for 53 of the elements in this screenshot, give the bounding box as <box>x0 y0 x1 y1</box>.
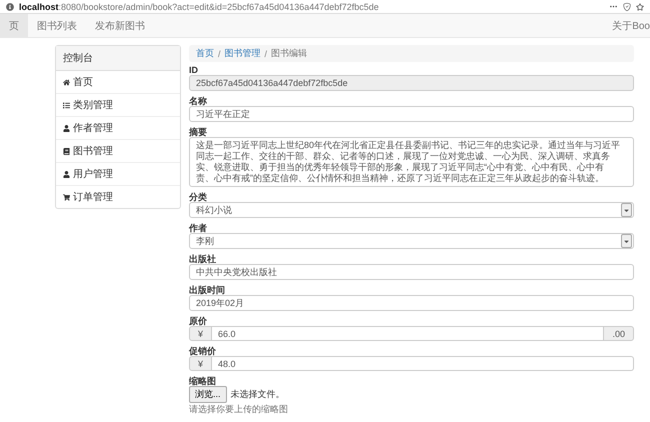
user-icon <box>63 124 70 132</box>
text-field[interactable]: 中共中央党校出版社 <box>189 264 634 280</box>
sidebar-item[interactable]: 订单管理 <box>56 186 180 208</box>
text-field[interactable]: 习近平在正定 <box>189 106 634 122</box>
field-label: 作者 <box>189 223 208 233</box>
url-text[interactable]: localhost:8080/bookstore/admin/book?act=edit&id=25bcf67a45d04136a447debf72fbc5de <box>19 2 604 12</box>
cart-icon <box>63 194 70 200</box>
id-field[interactable]: 25bcf67a45d04136a447debf72fbc5de <box>189 75 634 91</box>
sidebar-item[interactable]: 类别管理 <box>56 94 180 117</box>
field-label: 名称 <box>189 96 208 106</box>
field-label: 原价 <box>189 316 208 326</box>
nav-link[interactable]: 发布新图书 <box>86 14 154 37</box>
breadcrumb-separator: / <box>218 48 221 58</box>
field-label: 出版社 <box>189 254 217 264</box>
text-field[interactable]: 2019年02月 <box>189 295 634 311</box>
currency-addon: ¥ <box>189 326 212 341</box>
field-label: 分类 <box>189 192 208 202</box>
sidebar-item[interactable]: 作者管理 <box>56 117 180 140</box>
home-icon <box>63 78 70 86</box>
breadcrumb-current: 图书编辑 <box>271 47 308 60</box>
price-field[interactable]: 48.0 <box>212 356 634 371</box>
decimal-addon: .00 <box>603 326 634 341</box>
field-label: 摘要 <box>189 127 208 137</box>
price-field[interactable]: 66.0 <box>212 326 604 341</box>
nav-link[interactable]: 页 <box>0 14 28 37</box>
summary-textarea[interactable]: 这是一部习近平同志上世纪80年代在河北省正定县任县委副书记、书记三年的忠实记录。通过当年与习近平同志一起工作、交往的干部、群众、记者等的口述，展现了一位对党忠诚、一心为民、深入调研、求真务实、锐意进取、勇于担当的优秀年轻领导干部的形象，展现了习近平同志“心中有党、心中有民、心中有责、心中有戒”的坚定信仰、公仆情怀和担当精神，还原了习近平同志在正定三年从政起步的奋斗轨迹。 <box>189 137 634 187</box>
info-icon[interactable] <box>6 2 14 10</box>
currency-addon: ¥ <box>189 356 212 371</box>
shield-icon[interactable] <box>623 2 631 10</box>
about-link[interactable]: 关于Boo <box>603 14 650 37</box>
user-icon <box>63 170 70 178</box>
caret-icon <box>623 238 630 244</box>
field-label: 促销价 <box>189 346 217 356</box>
file-status: 未选择文件。 <box>230 388 285 401</box>
nav-link[interactable]: 图书列表 <box>28 14 86 37</box>
breadcrumb-link[interactable]: 图书管理 <box>224 47 261 60</box>
book-icon <box>63 148 70 154</box>
caret-icon <box>623 206 630 214</box>
star-icon[interactable] <box>636 2 644 10</box>
help-text: 请选择你要上传的缩略图 <box>189 403 289 416</box>
sidebar-item[interactable]: 图书管理 <box>56 140 180 163</box>
sidebar-item[interactable]: 用户管理 <box>56 163 180 186</box>
browse-button[interactable]: 浏览... <box>189 386 227 403</box>
field-label: ID <box>189 65 199 75</box>
field-label: 缩略图 <box>189 376 217 386</box>
breadcrumb-separator: / <box>264 48 268 58</box>
list-icon <box>63 102 70 108</box>
sidebar-item[interactable]: 首页 <box>56 71 180 94</box>
select-dropdown[interactable]: 科幻小说 <box>189 202 634 218</box>
breadcrumb-link[interactable]: 首页 <box>196 47 214 60</box>
select-dropdown[interactable]: 李刚 <box>189 233 634 249</box>
sidebar-heading: 控制台 <box>56 46 180 71</box>
field-label: 出版时间 <box>189 285 226 295</box>
